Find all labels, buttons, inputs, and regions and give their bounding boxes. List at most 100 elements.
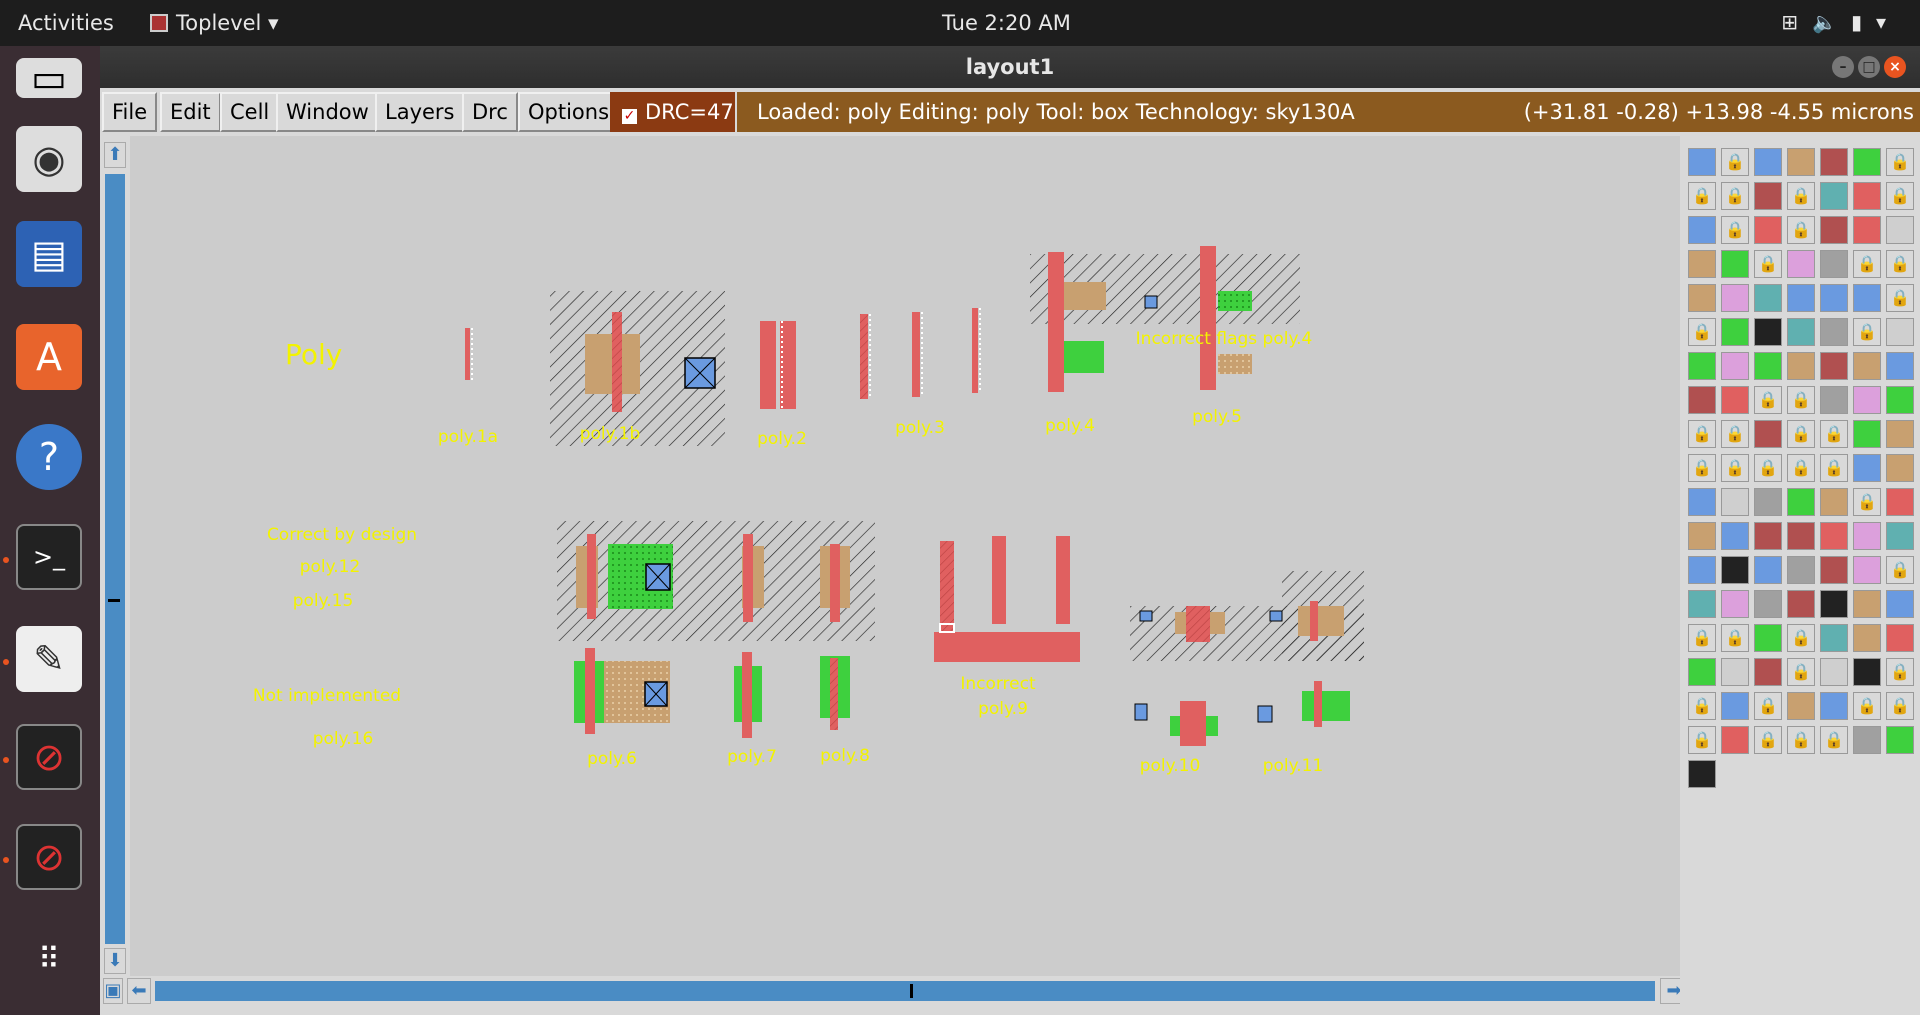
layer-swatch[interactable] — [1754, 148, 1782, 176]
layer-swatch[interactable] — [1820, 318, 1848, 346]
layer-swatch[interactable] — [1787, 148, 1815, 176]
blocked-app-icon[interactable]: ⊘ — [16, 824, 82, 890]
layer-swatch[interactable]: 🔒 — [1688, 182, 1716, 210]
layer-swatch[interactable] — [1721, 488, 1749, 516]
layer-swatch[interactable]: 🔒 — [1787, 386, 1815, 414]
layer-swatch[interactable]: 🔒 — [1787, 182, 1815, 210]
layer-swatch[interactable]: 🔒 — [1688, 726, 1716, 754]
minimize-icon[interactable]: – — [1832, 56, 1854, 78]
layer-swatch[interactable] — [1853, 454, 1881, 482]
blocked-app-icon[interactable]: ⊘ — [16, 724, 82, 790]
system-tray[interactable]: ⊞🔈▮▾ — [1781, 10, 1900, 34]
layer-swatch[interactable]: 🔒 — [1721, 182, 1749, 210]
layer-swatch[interactable]: 🔒 — [1754, 454, 1782, 482]
menu-window[interactable]: Window — [276, 92, 379, 132]
layer-swatch[interactable]: 🔒 — [1853, 488, 1881, 516]
layer-swatch[interactable]: 🔒 — [1886, 556, 1914, 584]
layer-swatch[interactable] — [1820, 522, 1848, 550]
layer-swatch[interactable]: 🔒 — [1688, 454, 1716, 482]
layer-swatch[interactable]: 🔒 — [1886, 692, 1914, 720]
layer-swatch[interactable]: 🔒 — [1820, 454, 1848, 482]
layer-swatch[interactable]: 🔒 — [1820, 726, 1848, 754]
layer-swatch[interactable] — [1721, 590, 1749, 618]
layer-swatch[interactable] — [1754, 318, 1782, 346]
layer-swatch[interactable]: 🔒 — [1721, 624, 1749, 652]
layer-swatch[interactable] — [1853, 624, 1881, 652]
layer-swatch[interactable] — [1688, 148, 1716, 176]
layer-swatch[interactable]: 🔒 — [1754, 250, 1782, 278]
app-menu[interactable]: Toplevel ▾ — [150, 11, 279, 35]
layer-swatch[interactable]: 🔒 — [1688, 692, 1716, 720]
layer-swatch[interactable] — [1853, 420, 1881, 448]
layer-swatch[interactable]: 🔒 — [1886, 284, 1914, 312]
layer-swatch[interactable] — [1853, 182, 1881, 210]
layer-swatch[interactable] — [1787, 590, 1815, 618]
layer-swatch[interactable] — [1820, 352, 1848, 380]
layer-swatch[interactable]: 🔒 — [1787, 216, 1815, 244]
layer-swatch[interactable] — [1853, 522, 1881, 550]
layer-swatch[interactable]: 🔒 — [1721, 148, 1749, 176]
layer-swatch[interactable]: 🔒 — [1853, 250, 1881, 278]
layer-swatch[interactable] — [1820, 556, 1848, 584]
layer-swatch[interactable] — [1688, 556, 1716, 584]
layer-swatch[interactable]: 🔒 — [1787, 658, 1815, 686]
layer-swatch[interactable] — [1754, 216, 1782, 244]
layer-swatch[interactable]: 🔒 — [1754, 692, 1782, 720]
layer-swatch[interactable] — [1853, 590, 1881, 618]
menu-file[interactable]: File — [102, 92, 158, 132]
layer-swatch[interactable]: 🔒 — [1787, 726, 1815, 754]
layer-swatch[interactable] — [1886, 352, 1914, 380]
layer-swatch[interactable]: 🔒 — [1886, 250, 1914, 278]
menu-layers[interactable]: Layers — [375, 92, 465, 132]
layer-swatch[interactable] — [1820, 182, 1848, 210]
layer-palette[interactable]: 🔒 🔒 🔒 🔒 🔒 🔒 🔒 🔒 🔒 🔒 🔒 🔒 🔒 🔒 🔒 🔒 🔒 🔒 🔒 🔒 🔒 🔒 🔒 🔒 🔒 🔒 🔒 🔒 🔒 🔒 🔒 🔒 🔒 🔒 🔒 🔒 🔒 🔒 🔒 🔒 — [1680, 136, 1920, 1015]
layer-swatch[interactable] — [1787, 284, 1815, 312]
layer-swatch[interactable] — [1853, 148, 1881, 176]
layer-swatch[interactable] — [1886, 522, 1914, 550]
close-icon[interactable]: × — [1884, 56, 1906, 78]
layer-swatch[interactable]: 🔒 — [1820, 420, 1848, 448]
layer-swatch[interactable] — [1820, 284, 1848, 312]
layer-swatch[interactable] — [1820, 250, 1848, 278]
layer-swatch[interactable]: 🔒 — [1721, 454, 1749, 482]
writer-icon[interactable]: ▤ — [16, 221, 82, 287]
layer-swatch[interactable] — [1721, 658, 1749, 686]
layer-swatch[interactable] — [1787, 522, 1815, 550]
layer-swatch[interactable] — [1820, 216, 1848, 244]
layer-swatch[interactable] — [1853, 216, 1881, 244]
layer-swatch[interactable] — [1886, 590, 1914, 618]
horizontal-scroll-thumb[interactable] — [910, 984, 913, 998]
layer-swatch[interactable] — [1853, 726, 1881, 754]
files-icon[interactable]: ▭ — [16, 56, 82, 100]
layer-swatch[interactable] — [1721, 692, 1749, 720]
layer-swatch[interactable] — [1787, 250, 1815, 278]
layer-swatch[interactable] — [1721, 522, 1749, 550]
help-icon[interactable]: ? — [16, 424, 82, 490]
layer-swatch[interactable] — [1721, 318, 1749, 346]
layer-swatch[interactable] — [1820, 624, 1848, 652]
layer-swatch[interactable] — [1787, 556, 1815, 584]
layer-swatch[interactable] — [1688, 386, 1716, 414]
layer-swatch[interactable]: 🔒 — [1721, 420, 1749, 448]
horizontal-scroll-trough[interactable] — [155, 981, 1655, 1001]
layer-swatch[interactable] — [1688, 488, 1716, 516]
layer-swatch[interactable]: 🔒 — [1787, 454, 1815, 482]
layer-swatch[interactable]: 🔒 — [1853, 318, 1881, 346]
layer-swatch[interactable] — [1754, 556, 1782, 584]
layer-swatch[interactable] — [1886, 318, 1914, 346]
menu-cell[interactable]: Cell — [220, 92, 280, 132]
layer-swatch[interactable] — [1853, 352, 1881, 380]
layer-swatch[interactable]: 🔒 — [1754, 386, 1782, 414]
menu-drc[interactable]: Drc — [462, 92, 518, 132]
rhythmbox-icon[interactable]: ◉ — [16, 126, 82, 192]
show-apps-icon[interactable]: ⠿ — [16, 926, 82, 992]
layer-swatch[interactable]: 🔒 — [1886, 658, 1914, 686]
layer-swatch[interactable] — [1688, 250, 1716, 278]
layer-swatch[interactable] — [1688, 216, 1716, 244]
drc-toggle[interactable]: ✓ DRC=47 — [610, 92, 735, 132]
menu-edit[interactable]: Edit — [160, 92, 221, 132]
layer-swatch[interactable] — [1754, 352, 1782, 380]
layer-swatch[interactable] — [1886, 726, 1914, 754]
layer-swatch[interactable] — [1721, 556, 1749, 584]
layer-swatch[interactable] — [1721, 726, 1749, 754]
